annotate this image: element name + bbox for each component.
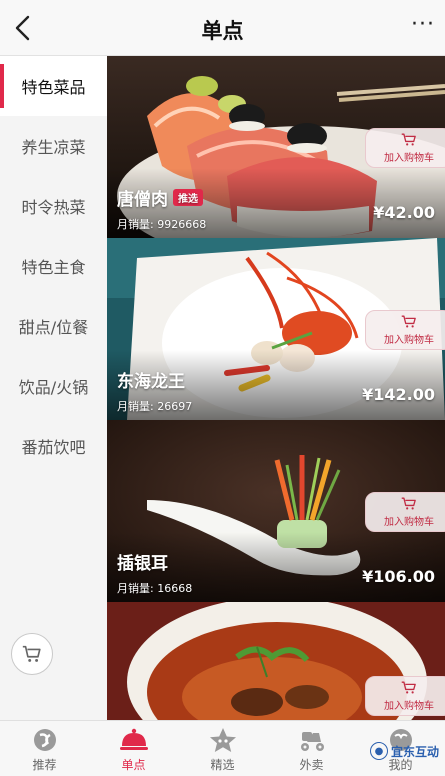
category-label: 番茄饮吧 bbox=[21, 438, 86, 457]
dish-name: 唐僧肉 推选 bbox=[117, 185, 203, 210]
tab-order[interactable]: 单点 bbox=[89, 721, 178, 776]
category-label: 特色主食 bbox=[21, 258, 86, 277]
dish-card[interactable]: 东海龙王 月销量: 26697 ¥142.00 加入购物车 bbox=[107, 238, 445, 420]
floating-cart-button[interactable] bbox=[11, 633, 53, 675]
cart-icon bbox=[401, 497, 416, 510]
category-sidebar: 特色菜品 养生凉菜 时令热菜 特色主食 甜点/位餐 饮品/火锅 番茄饮吧 bbox=[0, 56, 107, 720]
tab-featured[interactable]: 精选 bbox=[178, 721, 267, 776]
category-item-cold-dishes[interactable]: 养生凉菜 bbox=[0, 116, 107, 176]
dish-name: 插银耳 bbox=[117, 554, 168, 574]
cart-icon bbox=[401, 315, 416, 328]
category-label: 饮品/火锅 bbox=[18, 378, 89, 397]
monthly-sales: 月销量: 26697 bbox=[117, 400, 193, 413]
dish-price: ¥42.00 bbox=[373, 203, 435, 222]
cart-icon bbox=[401, 133, 416, 146]
category-item-tomato-bar[interactable]: 番茄饮吧 bbox=[0, 416, 107, 476]
category-label: 特色菜品 bbox=[21, 78, 86, 97]
dish-card[interactable]: 加入购物车 bbox=[107, 602, 445, 720]
top-bar: 单点 ··· bbox=[0, 0, 445, 56]
page-title: 单点 bbox=[201, 19, 244, 43]
recommended-badge: 推选 bbox=[173, 189, 203, 206]
category-item-hot-dishes[interactable]: 时令热菜 bbox=[0, 176, 107, 236]
category-label: 时令热菜 bbox=[21, 198, 86, 217]
tab-recommend[interactable]: 推荐 bbox=[0, 721, 89, 776]
dish-name: 东海龙王 bbox=[117, 372, 185, 392]
dish-card[interactable]: 插银耳 月销量: 16668 ¥106.00 加入购物车 bbox=[107, 420, 445, 602]
star-icon bbox=[209, 728, 236, 752]
scooter-icon bbox=[300, 732, 324, 751]
watermark-logo-icon: ● bbox=[369, 742, 388, 760]
add-to-cart-button[interactable]: 加入购物车 bbox=[365, 492, 445, 532]
category-item-desserts[interactable]: 甜点/位餐 bbox=[0, 296, 107, 356]
tab-delivery[interactable]: 外卖 bbox=[267, 721, 356, 776]
add-to-cart-button[interactable]: 加入购物车 bbox=[365, 310, 445, 350]
cloche-icon bbox=[119, 728, 148, 750]
dish-list: 唐僧肉 推选 月销量: 9926668 ¥42.00 加入购物车 东海龙王 月销… bbox=[107, 56, 445, 720]
add-to-cart-button[interactable]: 加入购物车 bbox=[365, 676, 445, 716]
cart-icon bbox=[401, 681, 416, 694]
category-item-drinks-hotpot[interactable]: 饮品/火锅 bbox=[0, 356, 107, 416]
dish-price: ¥142.00 bbox=[362, 385, 435, 404]
category-item-staples[interactable]: 特色主食 bbox=[0, 236, 107, 296]
dish-price: ¥106.00 bbox=[362, 567, 435, 586]
recommend-icon bbox=[33, 729, 56, 751]
add-to-cart-button[interactable]: 加入购物车 bbox=[365, 128, 445, 168]
more-options-icon[interactable]: ··· bbox=[411, 14, 435, 36]
category-label: 养生凉菜 bbox=[21, 138, 86, 157]
cart-icon bbox=[22, 645, 41, 662]
watermark: ● 宜东互动 bbox=[369, 742, 439, 760]
category-item-featured[interactable]: 特色菜品 bbox=[0, 56, 107, 116]
monthly-sales: 月销量: 16668 bbox=[117, 582, 193, 595]
category-label: 甜点/位餐 bbox=[18, 318, 89, 337]
monthly-sales: 月销量: 9926668 bbox=[117, 218, 207, 231]
dish-card[interactable]: 唐僧肉 推选 月销量: 9926668 ¥42.00 加入购物车 bbox=[107, 56, 445, 238]
